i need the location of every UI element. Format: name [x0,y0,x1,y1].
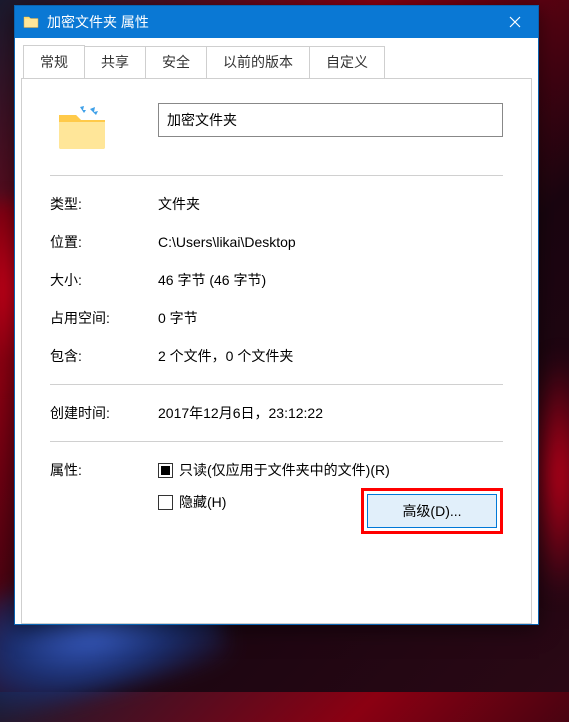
size-value: 46 字节 (46 字节) [158,270,503,290]
tab-previous-versions[interactable]: 以前的版本 [206,46,310,80]
size-on-disk-value: 0 字节 [158,308,503,328]
divider [50,441,503,442]
advanced-button[interactable]: 高级(D)... [367,494,497,528]
location-value: C:\Users\likai\Desktop [158,234,503,250]
readonly-label: 只读(仅应用于文件夹中的文件)(R) [179,460,390,480]
dialog-content: 常规 共享 安全 以前的版本 自定义 [15,38,538,624]
tab-general[interactable]: 常规 [23,45,85,79]
advanced-button-highlight: 高级(D)... [361,488,503,534]
created-value: 2017年12月6日，23:12:22 [158,403,503,423]
divider [50,384,503,385]
window-title: 加密文件夹 属性 [47,12,492,32]
size-label: 大小: [50,270,158,290]
attributes-label: 属性: [50,460,158,524]
hidden-checkbox[interactable] [158,495,173,510]
titlebar[interactable]: 加密文件夹 属性 [15,6,538,38]
contains-value: 2 个文件，0 个文件夹 [158,346,503,366]
readonly-checkbox[interactable] [158,463,173,478]
type-label: 类型: [50,194,158,214]
created-label: 创建时间: [50,403,158,423]
properties-dialog: 加密文件夹 属性 常规 共享 安全 以前的版本 自定义 [14,5,539,625]
contains-label: 包含: [50,346,158,366]
close-button[interactable] [492,6,538,38]
tab-security[interactable]: 安全 [145,46,207,80]
tab-sharing[interactable]: 共享 [84,46,146,80]
hidden-label: 隐藏(H) [179,492,226,512]
location-label: 位置: [50,232,158,252]
tab-row: 常规 共享 安全 以前的版本 自定义 [21,44,532,78]
tab-customize[interactable]: 自定义 [309,46,385,80]
folder-large-icon [56,105,108,151]
tab-panel-general: 类型: 文件夹 位置: C:\Users\likai\Desktop 大小: 4… [21,78,532,624]
folder-icon [23,14,39,30]
folder-name-input[interactable] [158,103,503,137]
type-value: 文件夹 [158,194,503,214]
size-on-disk-label: 占用空间: [50,308,158,328]
divider [50,175,503,176]
